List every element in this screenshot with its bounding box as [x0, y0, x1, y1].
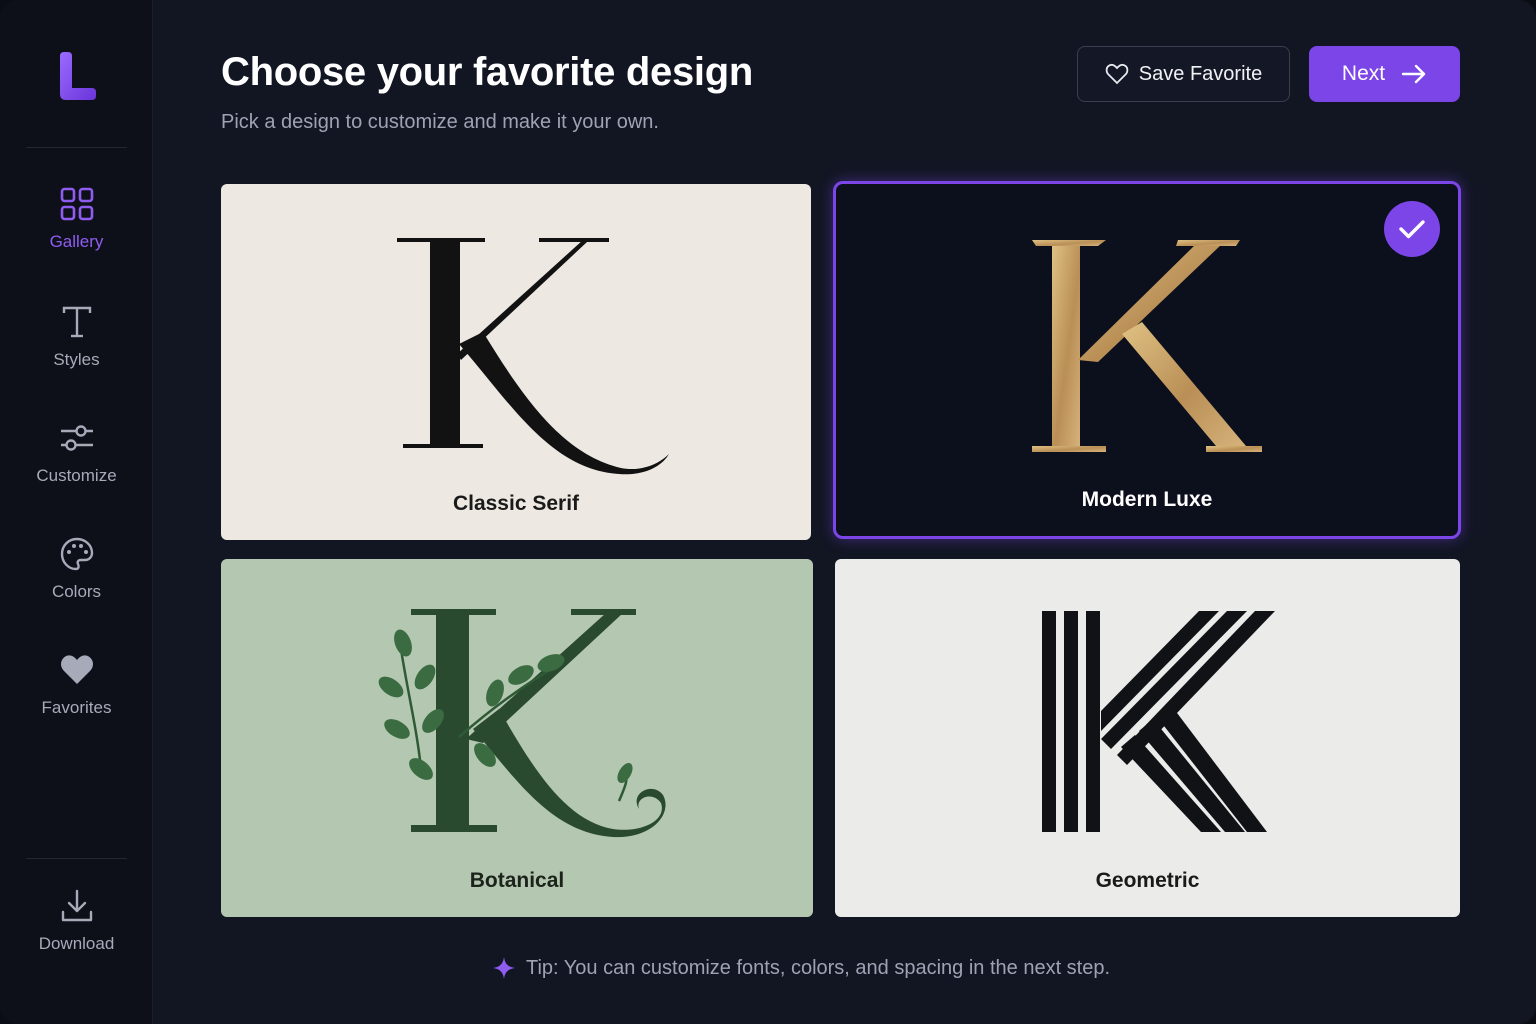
sidebar-item-label: Customize [36, 466, 117, 485]
arrow-right-icon [1401, 64, 1426, 84]
download-button[interactable]: Download [0, 888, 153, 984]
grid-icon [59, 186, 95, 222]
download-label: Download [38, 934, 115, 953]
design-name: Geometric [1095, 869, 1200, 892]
download-icon [59, 888, 95, 924]
sidebar-item-label: Styles [53, 350, 100, 369]
sidebar-item-label: Favorites [41, 698, 112, 717]
classic-serif-k-image [397, 238, 669, 475]
modern-luxe-k-image [1032, 240, 1262, 452]
geometric-k-image [1042, 611, 1275, 832]
sidebar-divider [26, 858, 127, 859]
sparkle-icon [493, 957, 515, 979]
tip-message: Tip: You can customize fonts, colors, an… [492, 956, 1110, 980]
sidebar-item-label: Gallery [49, 232, 104, 251]
design-card-classic-serif[interactable]: Classic Serif [221, 184, 811, 540]
sidebar-item-customize[interactable]: Customize [0, 420, 153, 516]
design-card-geometric[interactable]: Geometric [835, 559, 1460, 917]
sidebar: Gallery Styles Customize Colors Favorite… [0, 0, 153, 1024]
next-button[interactable]: Next [1309, 46, 1460, 102]
sidebar-item-colors[interactable]: Colors [0, 536, 153, 632]
design-name: Modern Luxe [1081, 488, 1213, 511]
design-card-botanical[interactable]: Botanical [221, 559, 813, 917]
sidebar-item-gallery[interactable]: Gallery [0, 186, 153, 282]
save-favorite-button[interactable]: Save Favorite [1077, 46, 1290, 102]
page-subtitle: Pick a design to customize and make it y… [221, 111, 659, 133]
botanical-k-image [378, 609, 666, 838]
tip-text: Tip: You can customize fonts, colors, an… [526, 956, 1111, 979]
next-label: Next [1341, 62, 1386, 85]
design-name: Botanical [469, 869, 565, 892]
sliders-icon [59, 420, 95, 456]
design-name: Classic Serif [452, 492, 580, 515]
sidebar-item-styles[interactable]: Styles [0, 304, 153, 400]
selected-check-badge [1384, 201, 1440, 257]
app-window: Gallery Styles Customize Colors Favorite… [0, 0, 1536, 1024]
sidebar-item-favorites[interactable]: Favorites [0, 652, 153, 748]
app-logo-icon[interactable] [56, 50, 100, 102]
sidebar-item-label: Colors [51, 582, 102, 601]
save-favorite-label: Save Favorite [1138, 62, 1263, 85]
sidebar-divider [26, 147, 127, 148]
checkmark-icon [1399, 220, 1425, 239]
design-card-modern-luxe[interactable]: Modern Luxe [833, 181, 1461, 539]
palette-icon [59, 536, 95, 572]
page-title: Choose your favorite design [221, 50, 753, 94]
heart-outline-icon [1105, 63, 1129, 85]
text-icon [59, 304, 95, 340]
heart-icon [59, 652, 95, 688]
